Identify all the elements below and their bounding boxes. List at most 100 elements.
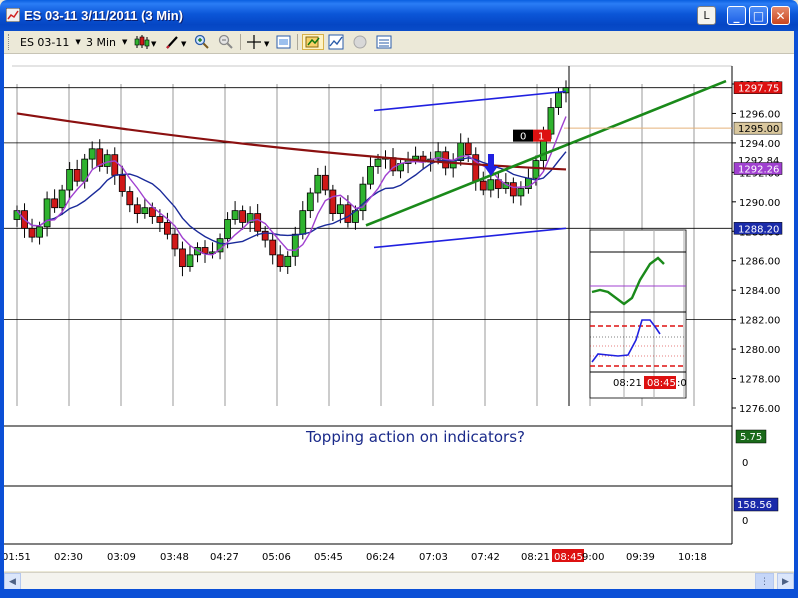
candlestick-icon: ▼	[134, 35, 157, 49]
candle	[284, 255, 292, 268]
price-tick-label: 1296.00	[739, 109, 780, 120]
candle	[291, 233, 299, 257]
close-button[interactable]: ✕	[771, 6, 790, 25]
candle	[254, 213, 262, 232]
indicator1-zero: 0	[742, 458, 748, 469]
data-box-button[interactable]	[276, 34, 292, 50]
price-tick-label: 1290.00	[739, 198, 780, 209]
candle	[156, 216, 164, 223]
candle	[118, 174, 126, 192]
zoom-in-button[interactable]	[194, 34, 210, 50]
candle	[344, 204, 352, 223]
candle	[329, 189, 337, 214]
scroll-thumb[interactable]: ⋮	[755, 573, 774, 590]
candle	[314, 174, 322, 194]
candle	[306, 192, 314, 212]
time-tick-label: 05:45	[314, 552, 343, 563]
zoom-in-icon	[194, 34, 209, 49]
candle	[299, 210, 307, 235]
candle	[517, 188, 525, 197]
current-time-label: 08:45	[554, 552, 583, 563]
horizontal-scrollbar[interactable]: ◀ ⋮ ▶	[4, 572, 794, 590]
properties-button[interactable]	[376, 34, 392, 50]
candle	[73, 169, 81, 182]
price-tick-label: 1276.00	[739, 404, 780, 415]
interval-label: 3 Min	[86, 35, 117, 49]
chevron-down-icon: ▼	[122, 38, 128, 46]
candle	[88, 148, 96, 160]
time-tick-label: 09:39	[626, 552, 655, 563]
candle	[224, 219, 231, 240]
chart-style-button[interactable]: ▼	[134, 34, 158, 50]
instrument-selector[interactable]: ES 03-11 ▼	[20, 34, 81, 50]
scroll-right-icon[interactable]: ▶	[777, 573, 794, 590]
toolbar-grip[interactable]	[8, 34, 12, 50]
maximize-button[interactable]: □	[749, 6, 768, 25]
price-tick-label: 1286.00	[739, 257, 780, 268]
time-tick-label: 10:18	[678, 552, 707, 563]
link-l-button[interactable]: L	[697, 6, 716, 25]
app-window: ES 03-11 3/11/2011 (3 Min) L _ □ ✕ ES 03…	[0, 0, 798, 598]
window-frame-left	[0, 31, 4, 598]
candle	[231, 210, 239, 220]
candle	[269, 239, 277, 256]
chart-annotation: Topping action on indicators?	[305, 428, 525, 446]
circle-icon	[353, 35, 367, 49]
candle	[555, 92, 562, 108]
candle	[276, 254, 284, 268]
crosshair-button[interactable]: ▼	[246, 34, 272, 50]
svg-text:▼: ▼	[264, 40, 270, 48]
zoom-out-button[interactable]	[218, 34, 234, 50]
candle	[509, 182, 517, 197]
indicators-icon	[328, 34, 344, 50]
time-tick-label: 02:30	[54, 552, 83, 563]
drawing-tool-button[interactable]: ▼	[165, 34, 189, 50]
candle	[367, 166, 374, 185]
time-tick-label: 07:03	[419, 552, 448, 563]
time-tick-label: 03:09	[107, 552, 136, 563]
trendline[interactable]	[365, 79, 727, 227]
title-bar[interactable]: ES 03-11 3/11/2011 (3 Min) L _ □ ✕	[0, 0, 798, 31]
minimize-button[interactable]: _	[727, 6, 746, 25]
candle	[171, 233, 179, 250]
price-tick-label: 1278.00	[739, 375, 780, 386]
candle	[532, 160, 540, 179]
price-marker-label: 1295.00	[738, 124, 779, 135]
inset-time-suffix: :0	[677, 378, 687, 389]
inset-chart[interactable]	[589, 229, 687, 399]
candle	[66, 169, 74, 191]
candle	[412, 155, 419, 160]
candle	[133, 204, 141, 215]
chart-toolbar: ES 03-11 ▼ 3 Min ▼ ▼ ▼ ▼	[4, 31, 794, 54]
inset-current-time-label: 08:45	[647, 378, 676, 389]
time-tick-label: 9:00	[582, 552, 604, 563]
candle	[111, 154, 119, 176]
candle	[374, 158, 382, 167]
window-frame-right	[794, 31, 798, 598]
svg-text:▼: ▼	[181, 40, 187, 48]
candle	[103, 154, 111, 167]
inset-time-label: 08:21	[613, 378, 642, 389]
candle	[239, 210, 247, 223]
interval-selector[interactable]: 3 Min ▼	[86, 34, 127, 50]
toolbar-separator	[297, 34, 298, 50]
strategy-icon	[305, 36, 320, 48]
window-frame-bottom	[0, 589, 798, 598]
price-chart[interactable]: 1298.001296.001294.001292.001290.001288.…	[2, 54, 794, 571]
time-tick-label: 06:24	[366, 552, 395, 563]
price-tick-label: 1284.00	[739, 286, 780, 297]
candle	[321, 174, 329, 191]
position-right-value: 1	[538, 132, 544, 143]
candle	[13, 210, 21, 220]
indicator2-label: 158.56	[737, 500, 772, 511]
candle	[164, 222, 171, 235]
properties-icon	[376, 35, 392, 49]
price-marker-label: 1297.75	[738, 84, 779, 95]
alert-button[interactable]	[352, 34, 368, 50]
scroll-left-icon[interactable]: ◀	[4, 573, 21, 590]
chevron-down-icon: ▼	[75, 38, 81, 46]
strategy-button[interactable]	[302, 34, 324, 50]
indicators-button[interactable]	[328, 34, 344, 50]
indicator2-zero: 0	[742, 516, 748, 527]
chart-area[interactable]: 1298.001296.001294.001292.001290.001288.…	[2, 54, 794, 571]
